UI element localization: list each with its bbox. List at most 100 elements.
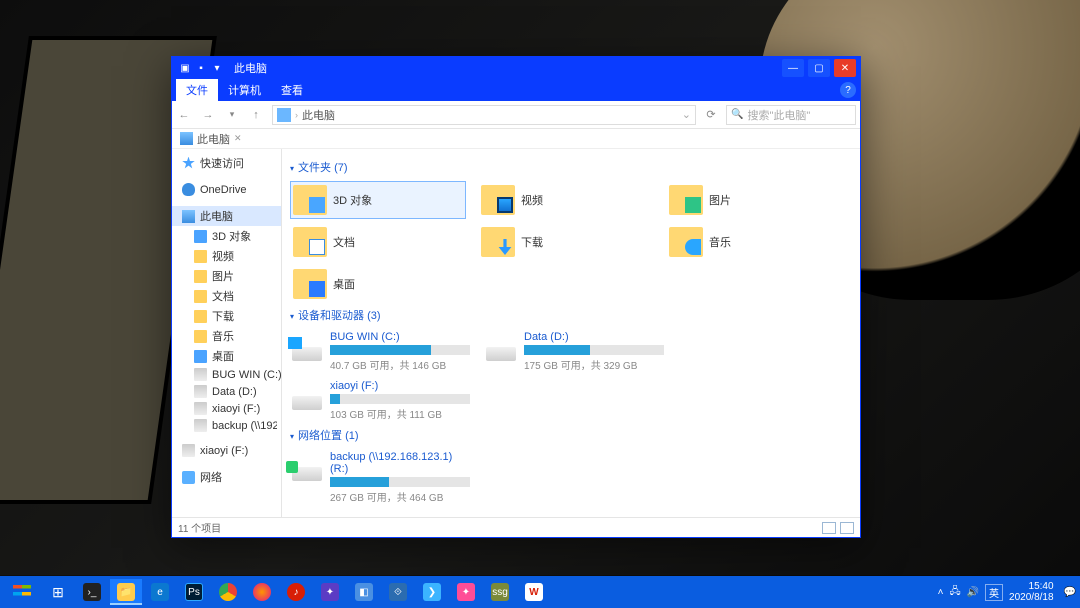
usage-bar [330,345,470,355]
sidebar-item-desktop[interactable]: 桌面 [172,346,281,366]
folder-downloads[interactable]: 下载 [478,223,654,261]
breadcrumb[interactable]: 此电脑 [302,107,335,123]
sidebar-item-onedrive[interactable]: OneDrive [172,181,281,198]
app-firefox[interactable] [246,579,278,605]
address-bar[interactable]: › 此电脑 ⌄ [272,105,696,125]
sidebar-item-this-pc[interactable]: 此电脑 [172,206,281,226]
folder-music[interactable]: 音乐 [666,223,842,261]
drive-c[interactable]: BUG WIN (C:) 40.7 GB 可用，共 146 GB [290,329,472,374]
content-pane: 文件夹 (7) 3D 对象 视频 图片 文档 下载 音乐 桌面 设备和驱动器 (… [282,149,860,517]
sidebar-item-3d-objects[interactable]: 3D 对象 [172,226,281,246]
drive-icon [194,385,207,398]
app-wps[interactable]: W [518,579,550,605]
tray-network-icon[interactable]: 🖧 [949,584,960,601]
sidebar-item-drive-r[interactable]: backup (\\192.168.123.1) (R:) [172,417,281,434]
app-chrome[interactable] [212,579,244,605]
close-button[interactable]: ✕ [834,59,856,77]
tab-file[interactable]: 文件 [176,79,218,101]
tray-chevron-icon[interactable]: ˄ [938,587,944,598]
app-terminal[interactable]: ›_ [76,579,108,605]
app-unknown-2[interactable]: ◧ [348,579,380,605]
sidebar-item-network[interactable]: 网络 [172,467,281,487]
group-folders[interactable]: 文件夹 (7) [290,159,854,175]
drive-d[interactable]: Data (D:) 175 GB 可用，共 329 GB [484,329,666,374]
music-icon [685,239,701,255]
folder-desktop[interactable]: 桌面 [290,265,466,303]
sidebar-item-drive-d[interactable]: Data (D:) [172,383,281,400]
document-icon [309,239,325,255]
view-details-icon[interactable] [822,522,836,534]
picture-icon [685,197,701,213]
folder-icon [194,310,207,323]
app-edge[interactable]: e [144,579,176,605]
sidebar-item-pictures[interactable]: 图片 [172,266,281,286]
sidebar-item-music[interactable]: 音乐 [172,326,281,346]
usage-bar [330,477,470,487]
minimize-button[interactable]: — [782,59,804,77]
nav-history-button[interactable]: ▾ [220,109,244,120]
folder-icon [194,230,207,243]
drive-f[interactable]: xiaoyi (F:) 103 GB 可用，共 111 GB [290,378,472,423]
sidebar-item-xiaoyi-f[interactable]: xiaoyi (F:) [172,442,281,459]
ime-indicator[interactable]: 英 [985,584,1003,601]
video-icon [497,197,513,213]
start-button[interactable] [4,579,40,605]
nav-back-button[interactable]: ← [172,109,196,121]
folder-icon [194,330,207,343]
drive-icon [292,331,322,361]
app-unknown-6[interactable]: ssg [484,579,516,605]
action-center-icon[interactable]: 💬 [1064,587,1076,598]
status-bar: 11 个项目 [172,517,860,537]
sidebar-item-downloads[interactable]: 下载 [172,306,281,326]
taskbar: ⊞ ›_ 📁 e Ps ♪ ✦ ◧ ⟐ ❯ ✦ ssg W ˄ 🖧 🔊 英 15… [0,576,1080,608]
tab-computer[interactable]: 计算机 [218,79,271,101]
pc-icon [180,132,193,145]
folder-documents[interactable]: 文档 [290,223,466,261]
app-unknown-3[interactable]: ⟐ [382,579,414,605]
drive-icon [194,368,207,381]
view-large-icon[interactable] [840,522,854,534]
folder-videos[interactable]: 视频 [478,181,654,219]
search-input[interactable]: 🔍 搜索"此电脑" [726,105,856,125]
sidebar-item-quick-access[interactable]: 快速访问 [172,153,281,173]
clock[interactable]: 15:40 2020/8/18 [1009,581,1058,603]
usage-bar [330,394,470,404]
tab-strip: 此电脑 ✕ [172,129,860,149]
title-bar[interactable]: ▣ ▪ ▾ 此电脑 — ▢ ✕ [172,57,860,79]
sidebar-item-videos[interactable]: 视频 [172,246,281,266]
help-button[interactable]: ? [840,82,856,98]
app-explorer[interactable]: 📁 [110,579,142,605]
app-unknown-5[interactable]: ✦ [450,579,482,605]
tray: ˄ 🖧 🔊 英 15:40 2020/8/18 💬 [938,581,1076,603]
explorer-window: ▣ ▪ ▾ 此电脑 — ▢ ✕ 文件 计算机 查看 ? ← → ▾ ↑ › 此电… [171,56,861,538]
network-icon [182,471,195,484]
tab-this-pc[interactable]: 此电脑 [197,131,230,147]
app-unknown-1[interactable]: ✦ [314,579,346,605]
refresh-button[interactable]: ⟳ [700,108,722,121]
group-drives[interactable]: 设备和驱动器 (3) [290,307,854,323]
qat-icon-1[interactable]: ▪ [194,61,208,75]
folder-icon [194,350,207,363]
app-icon: ▣ [178,61,192,75]
drive-icon [292,380,322,410]
tray-volume-icon[interactable]: 🔊 [967,587,979,598]
group-network[interactable]: 网络位置 (1) [290,427,854,443]
chevron-down-icon[interactable]: ⌄ [682,108,691,121]
sidebar-item-documents[interactable]: 文档 [172,286,281,306]
maximize-button[interactable]: ▢ [808,59,830,77]
sidebar-item-drive-c[interactable]: BUG WIN (C:) [172,366,281,383]
app-unknown-4[interactable]: ❯ [416,579,448,605]
app-photoshop[interactable]: Ps [178,579,210,605]
app-netease-music[interactable]: ♪ [280,579,312,605]
task-view-button[interactable]: ⊞ [42,579,74,605]
folder-icon [194,250,207,263]
tab-close-icon[interactable]: ✕ [234,133,242,144]
network-drive-r[interactable]: backup (\\192.168.123.1) (R:) 267 GB 可用，… [290,449,472,506]
sidebar-item-drive-f[interactable]: xiaoyi (F:) [172,400,281,417]
nav-up-button[interactable]: ↑ [244,109,268,121]
nav-forward-button[interactable]: → [196,109,220,121]
qat-icon-2[interactable]: ▾ [210,61,224,75]
tab-view[interactable]: 查看 [271,79,313,101]
folder-pictures[interactable]: 图片 [666,181,842,219]
folder-3d-objects[interactable]: 3D 对象 [290,181,466,219]
